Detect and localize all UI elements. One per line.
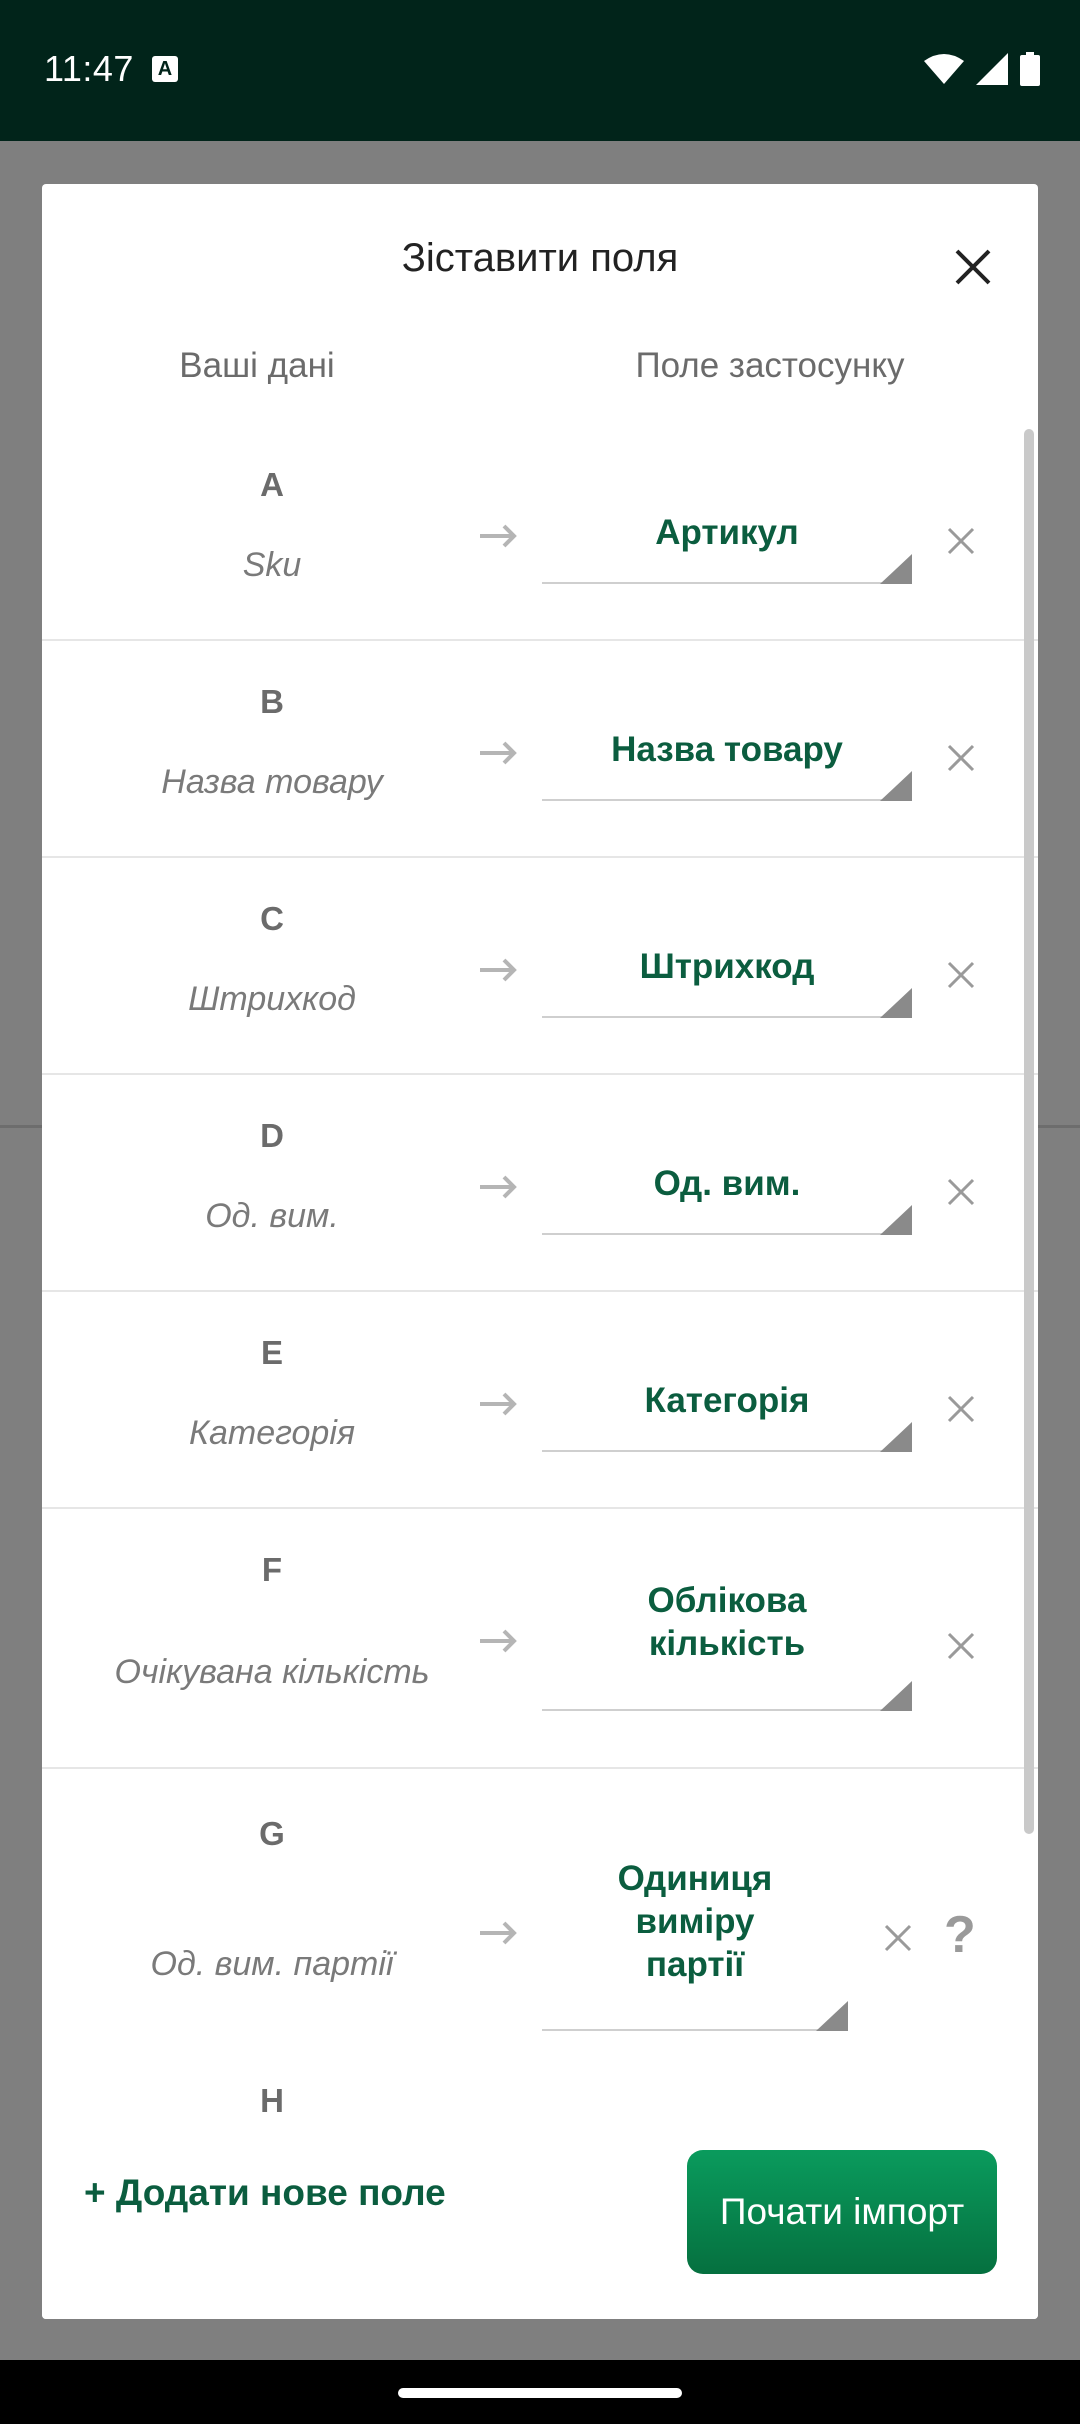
source-field: Од. вим. (205, 1197, 339, 1235)
dropdown-corner-icon (880, 1681, 912, 1711)
close-icon (947, 1632, 975, 1660)
close-button[interactable] (940, 234, 1006, 300)
target-field-select[interactable]: Одиниця виміру партії (542, 1857, 848, 2031)
dialog-title: Зіставити поля (401, 236, 679, 280)
mapping-row: B Назва товару Назва товару (42, 641, 1038, 858)
target-field-value-line: виміру (635, 1902, 755, 1941)
target-field-select[interactable]: Артикул (542, 499, 912, 584)
dropdown-corner-icon (816, 2001, 848, 2031)
status-bar: 11:47 A (0, 0, 1080, 141)
scrollbar[interactable] (1024, 429, 1034, 1834)
remove-mapping-button[interactable] (936, 1167, 986, 1217)
remove-mapping-button[interactable] (936, 733, 986, 783)
column-letter: F (261, 1551, 283, 1588)
mapping-row: E Категорія Категорія (42, 1292, 1038, 1509)
arrow-right-icon (480, 741, 517, 765)
wifi-icon (924, 54, 964, 84)
arrow-right-icon (480, 1921, 517, 1945)
map-fields-dialog: Зіставити поля Ваші дані Поле застосунку… (42, 184, 1038, 2319)
arrow-right-icon (480, 958, 517, 982)
arrow-right-icon (480, 1629, 517, 1653)
remove-mapping-button[interactable] (936, 1384, 986, 1434)
target-field-select[interactable]: Облікова кількість (542, 1579, 912, 1711)
close-icon (947, 527, 975, 555)
source-field: Назва товару (161, 763, 383, 801)
remove-mapping-button[interactable] (936, 950, 986, 1000)
dropdown-corner-icon (880, 988, 912, 1018)
target-field-value: Назва товару (611, 730, 843, 769)
column-letter: H (260, 2082, 284, 2119)
remove-mapping-button[interactable] (936, 516, 986, 566)
target-field-value: Штрихкод (639, 947, 815, 986)
mapping-row: D Од. вим. Од. вим. (42, 1075, 1038, 1292)
dropdown-corner-icon (880, 771, 912, 801)
notification-a-icon: A (152, 56, 178, 82)
battery-icon (1020, 52, 1040, 86)
close-icon (947, 744, 975, 772)
mapping-row: F Очікувана кількість Облікова кількість (42, 1509, 1038, 1769)
target-field-value-line: Облікова (647, 1581, 807, 1620)
column-header-your-data: Ваші дані (179, 346, 335, 385)
mapping-list: A Sku Артикул B Назва товару Назва товар… (42, 424, 1038, 2071)
home-gesture-handle[interactable] (398, 2388, 682, 2398)
status-time: 11:47 (44, 48, 134, 89)
source-field: Очікувана кількість (114, 1653, 430, 1691)
target-field-value-line: кількість (648, 1624, 806, 1663)
target-field-value-line: Одиниця (617, 1859, 773, 1898)
column-header-app-field: Поле застосунку (635, 346, 905, 385)
target-field-select[interactable]: Од. вим. (542, 1150, 912, 1235)
start-import-button[interactable]: Почати імпорт (687, 2150, 997, 2274)
column-letter: C (260, 900, 284, 937)
add-new-field-button[interactable]: + Додати нове поле (84, 2172, 446, 2214)
column-letter: E (260, 1334, 283, 1371)
arrow-right-icon (480, 524, 517, 548)
help-icon[interactable]: ? (944, 1905, 976, 1965)
target-field-select[interactable]: Назва товару (542, 716, 912, 801)
close-icon (947, 961, 975, 989)
column-letter: G (259, 1815, 285, 1852)
signal-icon (976, 53, 1008, 85)
mapping-row: A Sku Артикул (42, 424, 1038, 641)
column-letter: B (260, 683, 284, 720)
dropdown-corner-icon (880, 1205, 912, 1235)
close-icon (955, 249, 991, 285)
status-icons (924, 52, 1040, 86)
target-field-select[interactable]: Штрихкод (542, 933, 912, 1018)
target-field-value: Категорія (644, 1381, 810, 1420)
arrow-right-icon (480, 1392, 517, 1416)
remove-mapping-button[interactable] (936, 1621, 986, 1671)
dropdown-corner-icon (880, 554, 912, 584)
close-icon (947, 1178, 975, 1206)
close-icon (947, 1395, 975, 1423)
source-field: Од. вим. партії (150, 1945, 394, 1983)
source-field: Sku (242, 546, 302, 584)
mapping-row: G Од. вим. партії Одиниця виміру партії … (42, 1769, 1038, 2071)
remove-mapping-button[interactable] (873, 1913, 923, 1963)
close-icon (884, 1924, 912, 1952)
target-field-value: Артикул (655, 513, 799, 552)
target-field-value-line: партії (645, 1945, 745, 1984)
column-letter: D (260, 1117, 284, 1154)
column-letter: A (260, 466, 284, 503)
target-field-value: Од. вим. (653, 1164, 801, 1203)
target-field-select[interactable]: Категорія (542, 1367, 912, 1452)
source-field: Категорія (188, 1414, 356, 1452)
mapping-row: C Штрихкод Штрихкод (42, 858, 1038, 1075)
dropdown-corner-icon (880, 1422, 912, 1452)
arrow-right-icon (480, 1175, 517, 1199)
source-field: Штрихкод (188, 980, 356, 1018)
